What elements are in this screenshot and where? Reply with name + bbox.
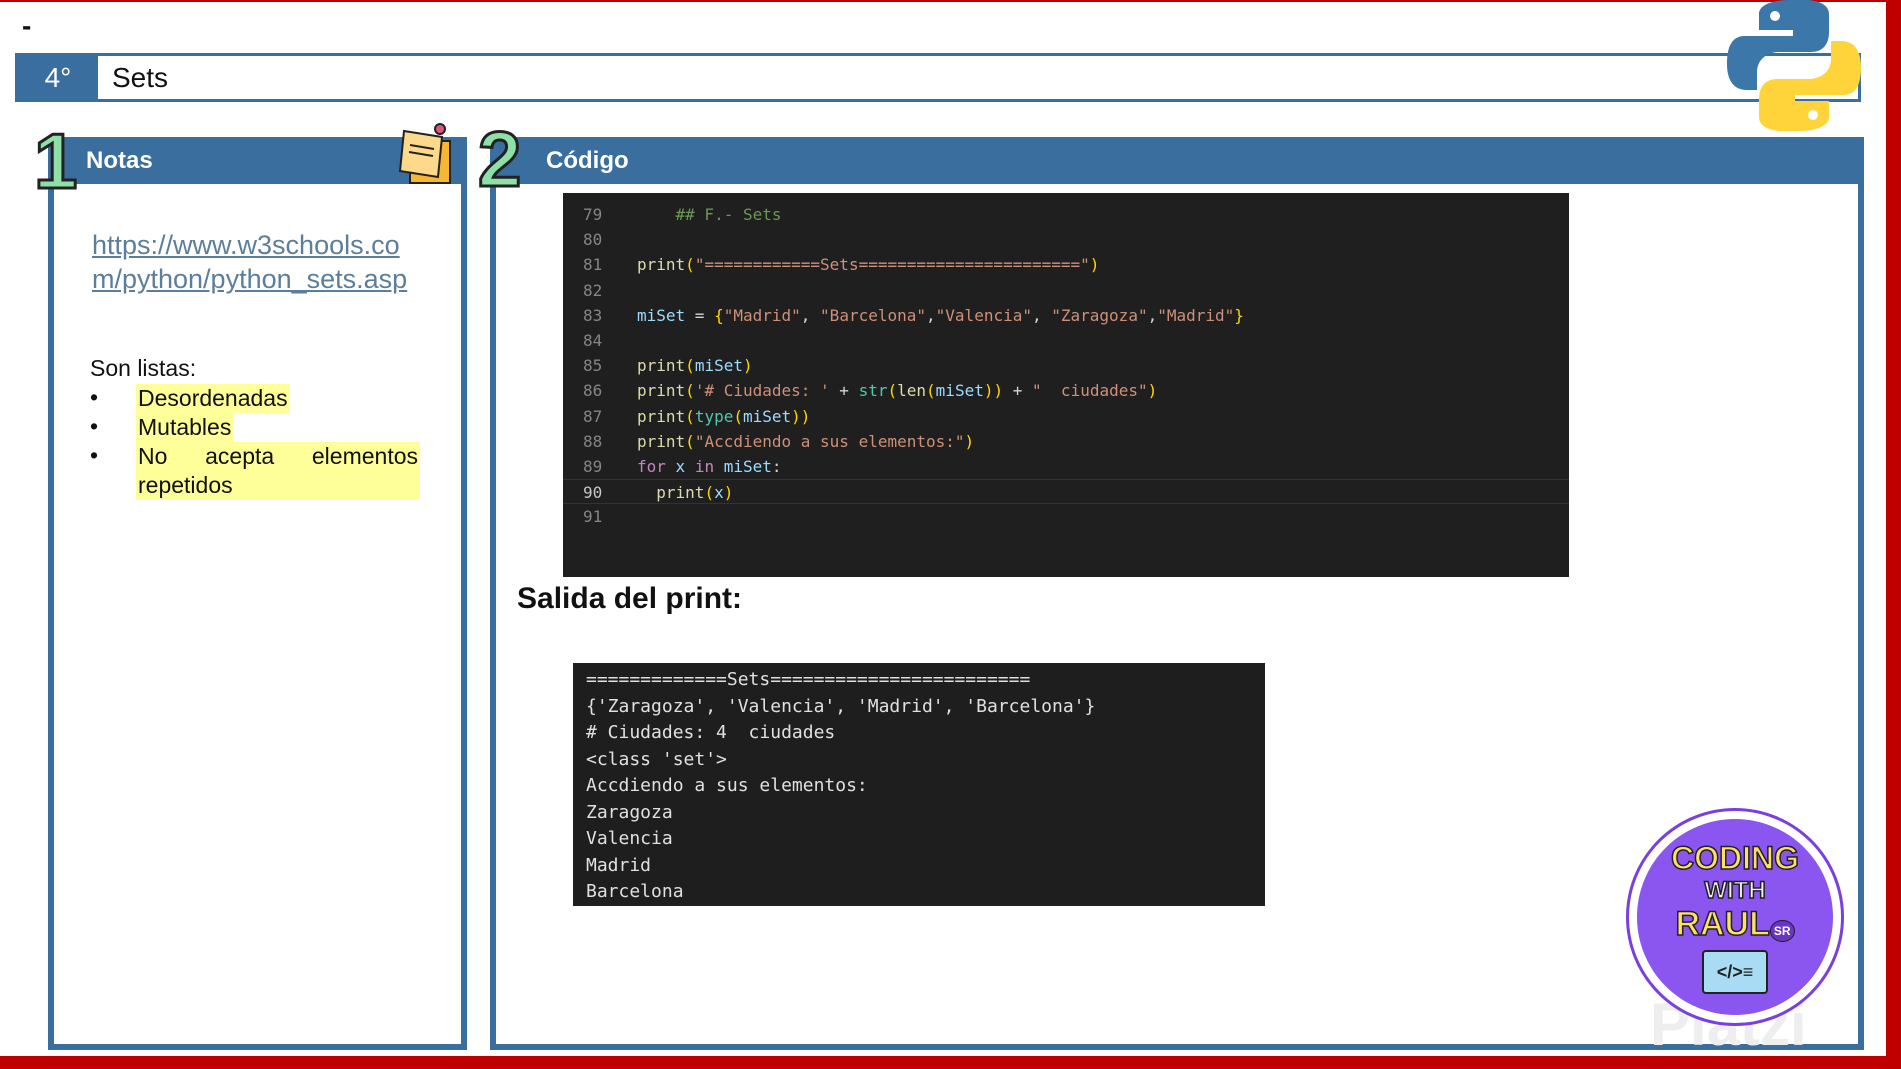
code-text: ## F.- Sets [637,205,782,224]
line-number: 80 [583,230,603,250]
code-line: 80 [563,227,1569,252]
sticky-note-icon [398,123,451,184]
logo-badge: SR [1769,920,1795,942]
line-number: 89 [583,457,603,476]
code-text: miSet = {"Madrid", "Barcelona","Valencia… [637,305,1244,325]
line-number: 87 [583,406,603,426]
code-line: 91 [563,504,1569,529]
code-line: 84 [563,328,1569,353]
w3schools-link[interactable]: https://www.w3schools.com/python/python_… [92,228,422,296]
code-text: print('# Ciudades: ' + str(len(miSet)) +… [637,381,1158,401]
line-number: 85 [583,356,603,376]
dash-text: - [22,10,32,41]
output-line: Zaragoza [586,801,673,823]
line-number: 86 [583,381,603,401]
code-line: 86 print('# Ciudades: ' + str(len(miSet))… [563,378,1569,403]
code-window-icon: </>≡ [1702,950,1768,994]
output-line: {'Zaragoza', 'Valencia', 'Madrid', 'Barc… [586,695,1096,717]
slide-number: 4° [18,56,98,99]
code-text: print("Accdiendo a sus elementos:") [637,431,975,451]
output-line: =============Sets=======================… [586,669,1031,690]
bullet-text: No acepta elementos repetidos [136,442,420,500]
right-border [1886,0,1901,1069]
coding-with-raul-logo: CODING WITH RAUL SR </>≡ [1626,808,1844,1026]
section-number-2: 2 [476,115,522,203]
line-number: 90 [583,483,603,503]
code-line: 85 print(miSet) [563,353,1569,378]
slide-title: Sets [112,62,169,93]
code-text: for x in miSet: [637,457,782,476]
code-line: 88 print("Accdiendo a sus elementos:") [563,429,1569,454]
section-number-1: 1 [32,117,78,205]
line-number: 91 [583,507,603,527]
logo-text: RAUL [1675,904,1771,944]
output-line: Valencia [586,828,673,849]
code-line: 83 miSet = {"Madrid", "Barcelona","Valenc… [563,303,1569,328]
line-number: 81 [583,255,603,275]
console-output: =============Sets=======================… [573,663,1265,906]
output-line: Accdiendo a sus elementos: [586,775,868,796]
code-text: print(x) [656,483,734,503]
logo-text: CODING [1670,839,1800,877]
output-title: Salida del print: [517,582,743,615]
python-logo-icon [1727,0,1861,131]
code-header: Código [496,137,1858,184]
output-line: Madrid [586,854,652,876]
bullet-text: Mutables [136,413,234,442]
line-number: 84 [583,331,603,350]
slide-header: 4° Sets [15,53,1861,102]
code-text: print(miSet) [637,356,753,376]
bottom-border [0,1056,1901,1069]
code-text: print(type(miSet)) [637,406,811,426]
line-number: 83 [583,305,603,325]
code-line: 82 [563,278,1569,303]
logo-text: WITH [1704,876,1767,905]
bullet-text: Desordenadas [136,384,290,413]
code-line: 89 for x in miSet: [563,454,1569,479]
code-line: 90 print(x) [563,479,1569,505]
code-line: 81 print("============Sets===============… [563,252,1569,277]
notes-intro: Son listas: [90,355,197,381]
output-line: <class 'set'> [586,748,727,770]
line-number: 88 [583,431,603,451]
code-editor: 79 ## F.- Sets 80 81 print("============Set… [563,193,1569,577]
output-line: # Ciudades: 4 ciudades [586,722,836,743]
code-text: print("============Sets=================… [637,255,1100,275]
code-line: 87 print(type(miSet)) [563,404,1569,429]
output-line: Barcelona [586,881,684,902]
top-border [0,0,1901,2]
line-number: 82 [583,280,603,300]
code-line: 79 ## F.- Sets [563,202,1569,227]
line-number: 79 [583,205,603,224]
